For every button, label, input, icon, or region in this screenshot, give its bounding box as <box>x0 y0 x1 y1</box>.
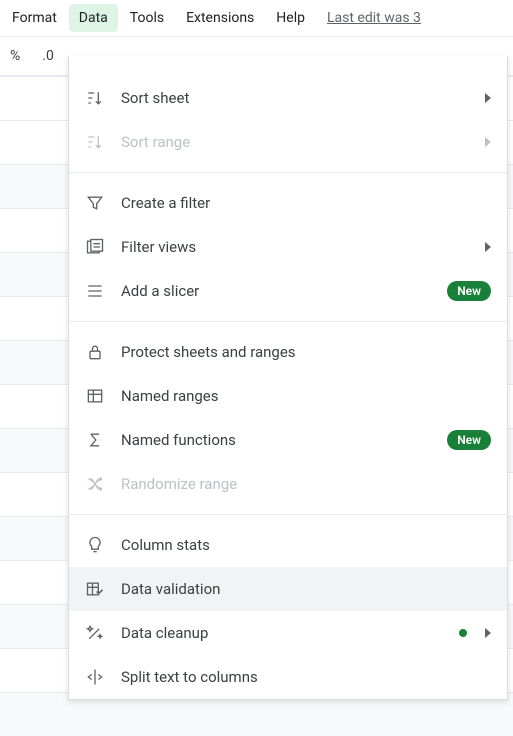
menu-item-label: Split text to columns <box>121 668 491 686</box>
named-ranges-icon <box>85 386 105 406</box>
menu-protect-sheets[interactable]: Protect sheets and ranges <box>69 330 507 374</box>
sort-range-icon <box>85 132 105 152</box>
menu-divider <box>69 321 507 322</box>
menu-item-right <box>459 628 491 638</box>
menu-item-label: Named ranges <box>121 387 491 405</box>
menu-item-label: Protect sheets and ranges <box>121 343 491 361</box>
menu-item-label: Sort sheet <box>121 89 477 107</box>
data-menu-dropdown: Sort sheet Sort range Create a filter Fi… <box>68 56 508 700</box>
menu-data-cleanup[interactable]: Data cleanup <box>69 611 507 655</box>
menu-divider <box>69 514 507 515</box>
data-validation-icon <box>85 579 105 599</box>
new-badge: New <box>447 281 491 301</box>
chevron-right-icon <box>485 93 491 103</box>
menu-extensions[interactable]: Extensions <box>176 4 264 32</box>
menu-item-label: Add a slicer <box>121 282 447 300</box>
menubar: Format Data Tools Extensions Help Last e… <box>0 0 513 36</box>
filter-views-icon <box>85 237 105 257</box>
menu-column-stats[interactable]: Column stats <box>69 523 507 567</box>
menu-help[interactable]: Help <box>266 4 315 32</box>
menu-randomize-range: Randomize range <box>69 462 507 506</box>
chevron-right-icon <box>485 137 491 147</box>
menu-sort-range: Sort range <box>69 120 507 164</box>
menu-data[interactable]: Data <box>69 4 118 32</box>
magic-wand-icon <box>85 623 105 643</box>
sort-sheet-icon <box>85 88 105 108</box>
slicer-icon <box>85 281 105 301</box>
filter-icon <box>85 193 105 213</box>
chevron-right-icon <box>485 628 491 638</box>
menu-filter-views[interactable]: Filter views <box>69 225 507 269</box>
last-edit-link[interactable]: Last edit was 3 <box>327 10 421 26</box>
menu-create-filter[interactable]: Create a filter <box>69 181 507 225</box>
shuffle-icon <box>85 474 105 494</box>
menu-item-label: Create a filter <box>121 194 491 212</box>
menu-split-text[interactable]: Split text to columns <box>69 655 507 699</box>
menu-tools[interactable]: Tools <box>120 4 174 32</box>
menu-item-label: Sort range <box>121 133 477 151</box>
new-badge: New <box>447 430 491 450</box>
lock-icon <box>85 342 105 362</box>
decrease-decimal-button[interactable]: .0 <box>36 44 60 68</box>
format-percent-button[interactable]: % <box>4 44 26 68</box>
lightbulb-icon <box>85 535 105 555</box>
menu-named-functions[interactable]: Named functions New <box>69 418 507 462</box>
split-text-icon <box>85 667 105 687</box>
menu-item-label: Filter views <box>121 238 477 256</box>
menu-item-label: Randomize range <box>121 475 491 493</box>
sigma-icon <box>85 430 105 450</box>
menu-item-label: Data cleanup <box>121 624 459 642</box>
menu-data-validation[interactable]: Data validation <box>69 567 507 611</box>
menu-named-ranges[interactable]: Named ranges <box>69 374 507 418</box>
menu-divider <box>69 172 507 173</box>
menu-item-label: Data validation <box>121 580 491 598</box>
status-dot-icon <box>459 629 467 637</box>
menu-format[interactable]: Format <box>2 4 67 32</box>
menu-add-slicer[interactable]: Add a slicer New <box>69 269 507 313</box>
menu-sort-sheet[interactable]: Sort sheet <box>69 76 507 120</box>
chevron-right-icon <box>485 242 491 252</box>
menu-item-label: Column stats <box>121 536 491 554</box>
menu-item-label: Named functions <box>121 431 447 449</box>
